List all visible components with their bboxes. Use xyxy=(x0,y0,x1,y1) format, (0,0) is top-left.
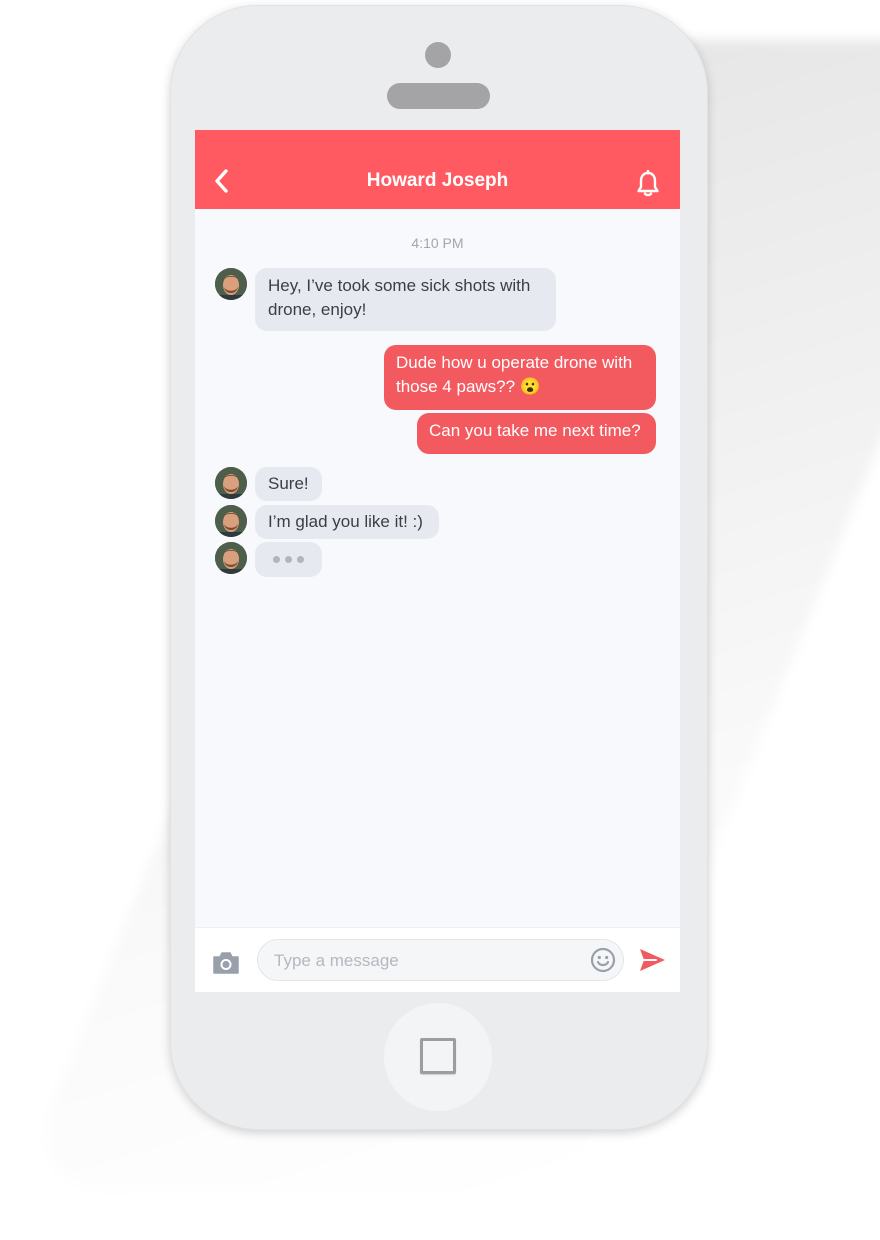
home-button[interactable] xyxy=(383,1002,493,1112)
typing-dot xyxy=(273,556,280,563)
chat-screen: Howard Joseph 4:10 PM Hey, I’ve took som… xyxy=(195,130,680,992)
avatar-photo xyxy=(215,542,247,574)
message-bubble-incoming[interactable]: Sure! xyxy=(255,467,322,501)
avatar-photo xyxy=(215,268,247,300)
message-bubble-incoming[interactable]: Hey, I’ve took some sick shots with dron… xyxy=(255,268,556,331)
avatar-photo xyxy=(215,505,247,537)
message-input[interactable] xyxy=(272,949,576,973)
home-square-icon xyxy=(420,1038,456,1074)
send-icon[interactable] xyxy=(638,947,666,973)
avatar-photo xyxy=(215,467,247,499)
camera-icon[interactable] xyxy=(211,950,241,976)
phone-frame: Howard Joseph 4:10 PM Hey, I’ve took som… xyxy=(170,5,708,1130)
contact-avatar[interactable] xyxy=(215,542,247,574)
chat-header: Howard Joseph xyxy=(195,130,680,209)
message-bubble-outgoing[interactable]: Dude how u operate drone with those 4 pa… xyxy=(384,345,656,410)
message-bubble-outgoing[interactable]: Can you take me next time? xyxy=(417,413,656,454)
contact-name: Howard Joseph xyxy=(366,170,509,191)
front-camera xyxy=(425,42,451,68)
chat-timestamp: 4:10 PM xyxy=(411,235,464,251)
contact-avatar[interactable] xyxy=(215,505,247,537)
earpiece-speaker xyxy=(387,83,490,109)
bell-icon[interactable] xyxy=(635,170,661,198)
typing-dot xyxy=(285,556,292,563)
message-composer xyxy=(195,927,680,992)
typing-indicator xyxy=(255,542,322,577)
message-field xyxy=(257,939,624,981)
contact-avatar[interactable] xyxy=(215,467,247,499)
contact-avatar[interactable] xyxy=(215,268,247,300)
typing-dot xyxy=(297,556,304,563)
smiley-icon[interactable] xyxy=(590,947,616,973)
message-bubble-incoming[interactable]: I’m glad you like it! :) xyxy=(255,505,439,539)
